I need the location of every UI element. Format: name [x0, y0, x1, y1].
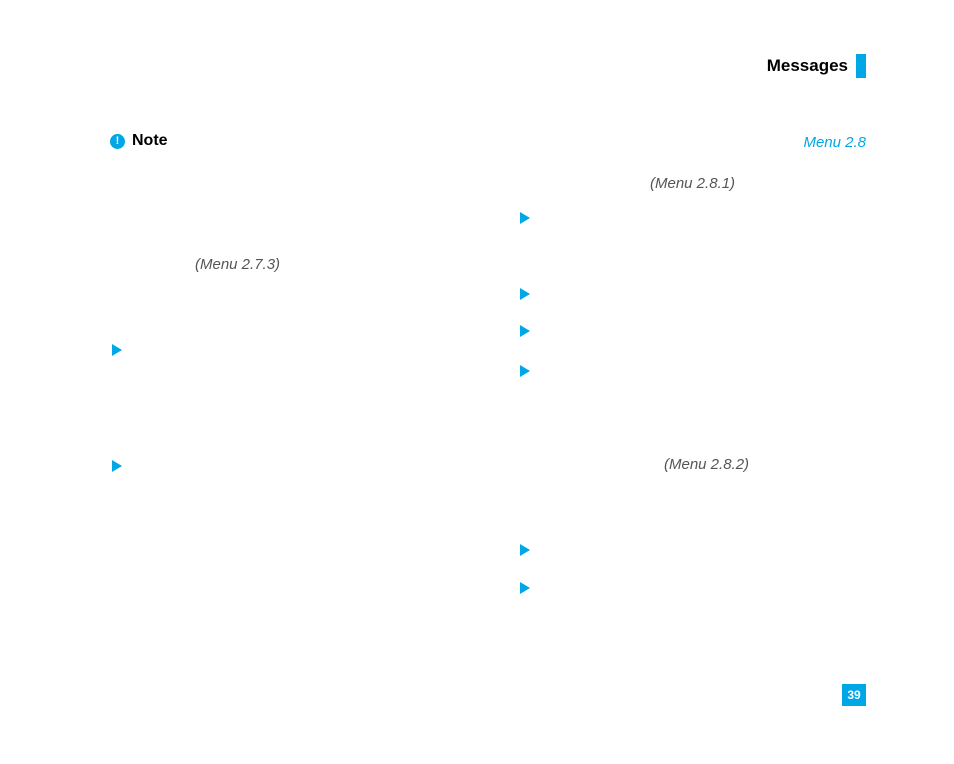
note-label: Note — [132, 132, 168, 150]
page-number: 39 — [842, 684, 866, 706]
triangle-icon — [520, 212, 530, 224]
triangle-icon — [520, 325, 530, 337]
note-row: ! Note — [110, 132, 168, 150]
triangle-icon — [520, 582, 530, 594]
triangle-icon — [112, 344, 122, 356]
menu-ref-282: (Menu 2.8.2) — [664, 456, 749, 473]
page: Messages ! Note (Menu 2.7.3) Menu 2.8 (M… — [0, 0, 954, 764]
triangle-icon — [112, 460, 122, 472]
menu-ref-273: (Menu 2.7.3) — [195, 256, 280, 273]
triangle-icon — [520, 288, 530, 300]
header-bar — [856, 54, 866, 78]
menu-ref-28: Menu 2.8 — [803, 134, 866, 151]
triangle-icon — [520, 365, 530, 377]
menu-ref-281: (Menu 2.8.1) — [650, 175, 735, 192]
page-header: Messages — [767, 54, 866, 78]
note-icon: ! — [110, 134, 125, 149]
section-title: Messages — [767, 56, 848, 76]
triangle-icon — [520, 544, 530, 556]
